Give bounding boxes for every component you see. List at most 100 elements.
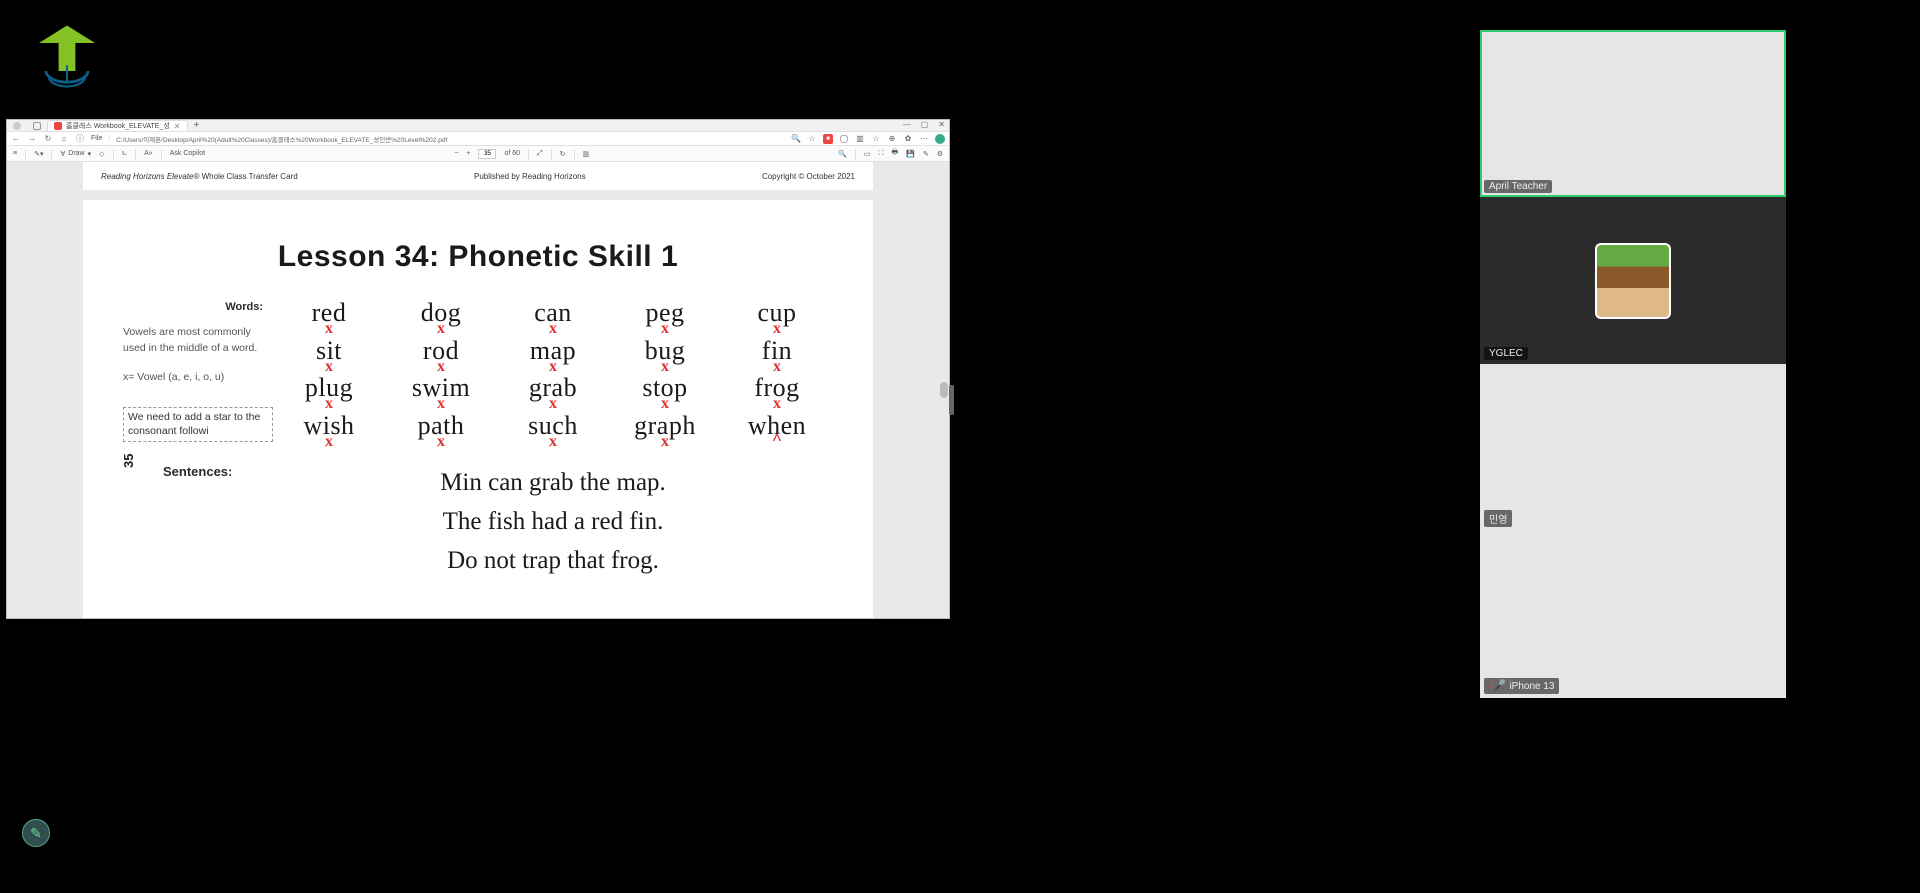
- favorites-bar-icon[interactable]: ☆: [871, 134, 881, 144]
- x-equals-note: x= Vowel (a, e, i, o, u): [123, 370, 273, 385]
- word-cell: dogx: [385, 300, 497, 334]
- word-cell: sitx: [273, 338, 385, 372]
- x-mark: x: [721, 362, 833, 372]
- word-grid: redxdogxcanxpegxcupxsitxrodxmapxbugxfinx…: [273, 300, 833, 446]
- sync-icon[interactable]: ◯: [839, 134, 849, 144]
- copilot-button[interactable]: Ask Copilot: [170, 150, 205, 157]
- favorite-icon[interactable]: ☆: [807, 134, 817, 144]
- split-icon[interactable]: ▥: [855, 134, 865, 144]
- caret-mark: ^: [721, 437, 833, 446]
- participant-tile[interactable]: April Teacher: [1480, 30, 1786, 197]
- header-right: Copyright © October 2021: [762, 172, 855, 181]
- participant-tile[interactable]: 민영: [1480, 364, 1786, 531]
- tab-pdf[interactable]: 홈클래스 Workbook_ELEVATE_성 ✕: [47, 120, 188, 131]
- x-mark: x: [385, 324, 497, 334]
- company-logo: [32, 22, 102, 92]
- browser-addressbar: ← → ↻ ⌂ ⓘ File | C:/Users/이재훈/Desktop/Ap…: [7, 132, 949, 146]
- x-mark: x: [497, 399, 609, 409]
- new-tab-button[interactable]: +: [188, 120, 206, 131]
- read-button[interactable]: A»: [144, 150, 153, 157]
- profile-icon[interactable]: [935, 134, 945, 144]
- muted-icon: ⧸🎤: [1489, 679, 1506, 693]
- pdf-viewer[interactable]: Reading Horizons Elevate® Whole Class Tr…: [7, 162, 949, 618]
- tab-title: 홈클래스 Workbook_ELEVATE_성: [66, 121, 170, 131]
- word-cell: mapx: [497, 338, 609, 372]
- tab-workspaces[interactable]: [27, 120, 47, 131]
- word-cell: pathx: [385, 413, 497, 447]
- scrollbar-thumb[interactable]: [940, 382, 948, 398]
- annotation-textbox[interactable]: We need to add a star to the consonant f…: [123, 407, 273, 442]
- sentence-line: Do not trap that frog.: [273, 542, 833, 581]
- vowel-note: Vowels are most commonly used in the mid…: [123, 325, 273, 355]
- back-button[interactable]: ←: [11, 134, 21, 144]
- word-cell: plugx: [273, 375, 385, 409]
- x-mark: x: [273, 324, 385, 334]
- refresh-button[interactable]: ↻: [43, 134, 53, 144]
- sentence-line: The fish had a red fin.: [273, 503, 833, 542]
- collections-icon[interactable]: ⊕: [887, 134, 897, 144]
- extension-badge[interactable]: ■: [823, 134, 833, 144]
- splitter-handle[interactable]: [949, 385, 954, 415]
- share-button[interactable]: ✎: [923, 150, 929, 158]
- close-icon[interactable]: ✕: [174, 122, 181, 131]
- shared-browser-window: 홈클래스 Workbook_ELEVATE_성 ✕ + — ▢ ✕ ← → ↻ …: [6, 119, 950, 619]
- more-icon[interactable]: ⋯: [919, 134, 929, 144]
- rotate-button[interactable]: ↻: [560, 150, 566, 158]
- erase-button[interactable]: ◇: [99, 150, 104, 158]
- browser-tabbar: 홈클래스 Workbook_ELEVATE_성 ✕ + — ▢ ✕: [7, 120, 949, 132]
- header-center: Published by Reading Horizons: [474, 172, 586, 181]
- search-button[interactable]: 🔍: [838, 150, 847, 158]
- x-mark: x: [385, 399, 497, 409]
- x-mark: x: [721, 324, 833, 334]
- fullscreen-button[interactable]: ⛶: [879, 150, 884, 158]
- words-label: Words:: [123, 300, 273, 315]
- word-cell: rodx: [385, 338, 497, 372]
- x-mark: x: [497, 324, 609, 334]
- url-input[interactable]: C:/Users/이재훈/Desktop/April%20(Adult%20Cl…: [116, 134, 785, 144]
- x-mark: x: [497, 362, 609, 372]
- fit-width-button[interactable]: ▭: [864, 150, 871, 158]
- zoom-in-button[interactable]: +: [466, 150, 470, 157]
- extensions-icon[interactable]: ✿: [903, 134, 913, 144]
- print-button[interactable]: 🖶: [892, 148, 899, 159]
- toc-button[interactable]: ≡: [13, 150, 17, 157]
- participant-tile[interactable]: YGLEC: [1480, 197, 1786, 364]
- word-cell: graphx: [609, 413, 721, 447]
- participant-tile[interactable]: ⧸🎤iPhone 13: [1480, 531, 1786, 698]
- draw-button[interactable]: ∀ Draw ▾: [60, 150, 91, 158]
- x-mark: x: [385, 437, 497, 447]
- page-number-input[interactable]: [478, 149, 496, 159]
- pencil-icon: ✎: [30, 825, 42, 842]
- close-button[interactable]: ✕: [938, 120, 945, 129]
- highlight-button[interactable]: ✎▾: [34, 150, 43, 158]
- home-button[interactable]: ⌂: [59, 134, 69, 144]
- page-view-button[interactable]: ▥: [583, 150, 590, 158]
- save-button[interactable]: 💾: [906, 150, 915, 158]
- page-number-rotated: 35: [121, 454, 136, 468]
- page-total-label: of 60: [504, 150, 520, 157]
- word-cell: cupx: [721, 300, 833, 334]
- participant-avatar: [1595, 243, 1671, 319]
- x-mark: x: [497, 437, 609, 447]
- settings-button[interactable]: ⚙: [937, 150, 943, 158]
- minimize-button[interactable]: —: [903, 120, 911, 129]
- text-button[interactable]: ⎁: [122, 150, 128, 158]
- word-cell: swimx: [385, 375, 497, 409]
- zoom-out-button[interactable]: −: [454, 150, 458, 157]
- profile-avatar[interactable]: [11, 120, 27, 131]
- x-mark: x: [385, 362, 497, 372]
- word-cell: canx: [497, 300, 609, 334]
- maximize-button[interactable]: ▢: [921, 120, 929, 129]
- fit-page-button[interactable]: ⤢: [537, 150, 543, 158]
- annotate-floating-button[interactable]: ✎: [22, 819, 50, 847]
- forward-button[interactable]: →: [27, 134, 37, 144]
- sentence-list: Min can grab the map.The fish had a red …: [273, 464, 833, 580]
- read-aloud-icon[interactable]: 🔍: [791, 134, 801, 144]
- participant-name-label: ⧸🎤iPhone 13: [1484, 678, 1559, 694]
- word-cell: stopx: [609, 375, 721, 409]
- pdf-favicon: [54, 122, 62, 130]
- info-icon[interactable]: ⓘ: [75, 134, 85, 144]
- header-left: Reading Horizons Elevate® Whole Class Tr…: [101, 172, 298, 181]
- participant-name-label: April Teacher: [1484, 180, 1552, 193]
- word-cell: redx: [273, 300, 385, 334]
